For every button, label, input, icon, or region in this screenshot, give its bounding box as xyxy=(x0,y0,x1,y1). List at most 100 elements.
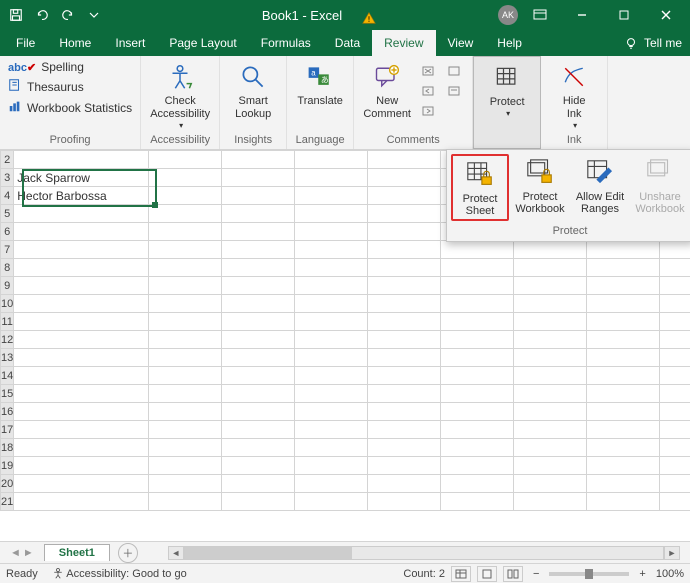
cell[interactable] xyxy=(14,439,149,457)
cell[interactable] xyxy=(14,259,149,277)
cell[interactable] xyxy=(441,277,514,295)
delete-comment-button[interactable] xyxy=(418,63,440,81)
zoom-in-button[interactable]: + xyxy=(635,568,649,580)
cell[interactable] xyxy=(295,187,368,205)
new-comment-button[interactable]: New Comment xyxy=(360,59,414,121)
row-header[interactable]: 13 xyxy=(1,349,14,367)
cell[interactable] xyxy=(149,403,222,421)
cell[interactable] xyxy=(660,367,690,385)
row-header[interactable]: 21 xyxy=(1,493,14,511)
cell[interactable] xyxy=(587,493,660,511)
allow-edit-ranges-button[interactable]: Allow Edit Ranges xyxy=(571,154,629,221)
zoom-slider[interactable] xyxy=(549,572,629,576)
cell[interactable] xyxy=(14,403,149,421)
row-header[interactable]: 8 xyxy=(1,259,14,277)
cell[interactable] xyxy=(441,421,514,439)
cell[interactable] xyxy=(514,295,587,313)
cell[interactable] xyxy=(222,241,295,259)
ribbon-display-options-button[interactable] xyxy=(520,0,560,30)
cell[interactable] xyxy=(295,169,368,187)
cell[interactable] xyxy=(222,403,295,421)
row-header[interactable]: 2 xyxy=(1,151,14,169)
tab-home[interactable]: Home xyxy=(47,30,103,56)
cell[interactable] xyxy=(587,259,660,277)
cell[interactable] xyxy=(222,151,295,169)
smart-lookup-button[interactable]: Smart Lookup xyxy=(226,59,280,121)
cell[interactable] xyxy=(295,403,368,421)
cell[interactable] xyxy=(295,277,368,295)
cell[interactable] xyxy=(587,439,660,457)
cell[interactable] xyxy=(587,475,660,493)
protect-dropdown-button[interactable]: Protect ▾ xyxy=(480,60,534,118)
cell[interactable] xyxy=(149,277,222,295)
hscroll-left[interactable]: ◄ xyxy=(168,546,184,560)
sheet-nav-next[interactable]: ► xyxy=(23,547,34,559)
user-avatar[interactable]: AK xyxy=(498,5,518,25)
row-header[interactable]: 12 xyxy=(1,331,14,349)
cell[interactable] xyxy=(368,493,441,511)
cell[interactable] xyxy=(441,295,514,313)
cell[interactable] xyxy=(660,241,690,259)
cell[interactable] xyxy=(222,439,295,457)
cell[interactable] xyxy=(660,385,690,403)
new-sheet-button[interactable]: ＋ xyxy=(118,543,138,563)
cell[interactable] xyxy=(441,367,514,385)
cell[interactable] xyxy=(660,349,690,367)
cell[interactable] xyxy=(222,295,295,313)
cell[interactable] xyxy=(149,439,222,457)
cell[interactable] xyxy=(514,241,587,259)
cell[interactable] xyxy=(368,403,441,421)
check-accessibility-button[interactable]: Check Accessibility ▾ xyxy=(147,59,213,130)
next-comment-button[interactable] xyxy=(418,103,440,121)
cell[interactable] xyxy=(368,169,441,187)
cell[interactable] xyxy=(660,403,690,421)
cell[interactable] xyxy=(368,367,441,385)
cell[interactable] xyxy=(587,421,660,439)
cell[interactable] xyxy=(368,241,441,259)
cell[interactable] xyxy=(368,331,441,349)
cell[interactable] xyxy=(368,187,441,205)
cell[interactable] xyxy=(222,331,295,349)
cell[interactable] xyxy=(222,223,295,241)
qat-customize-icon[interactable] xyxy=(82,3,106,27)
undo-button[interactable] xyxy=(30,3,54,27)
cell[interactable] xyxy=(368,259,441,277)
show-comments-button[interactable] xyxy=(444,63,466,81)
cell[interactable] xyxy=(14,277,149,295)
cell[interactable] xyxy=(587,385,660,403)
row-header[interactable]: 6 xyxy=(1,223,14,241)
hide-ink-button[interactable]: Hide Ink ▾ xyxy=(547,59,601,130)
cell[interactable] xyxy=(441,439,514,457)
cell[interactable] xyxy=(660,277,690,295)
cell[interactable] xyxy=(295,475,368,493)
cell[interactable] xyxy=(295,313,368,331)
row-header[interactable]: 11 xyxy=(1,313,14,331)
cell[interactable] xyxy=(222,169,295,187)
cell[interactable] xyxy=(149,385,222,403)
cell[interactable] xyxy=(295,439,368,457)
cell[interactable] xyxy=(222,205,295,223)
cell[interactable] xyxy=(295,259,368,277)
cell[interactable] xyxy=(222,421,295,439)
cell[interactable] xyxy=(441,349,514,367)
cell[interactable] xyxy=(14,475,149,493)
cell[interactable] xyxy=(441,313,514,331)
cell[interactable] xyxy=(149,421,222,439)
tab-review[interactable]: Review xyxy=(372,30,435,56)
row-header[interactable]: 3 xyxy=(1,169,14,187)
row-header[interactable]: 14 xyxy=(1,367,14,385)
cell[interactable] xyxy=(441,403,514,421)
cell[interactable] xyxy=(368,223,441,241)
cell[interactable] xyxy=(587,367,660,385)
cell[interactable] xyxy=(14,205,149,223)
cell[interactable] xyxy=(514,349,587,367)
cell[interactable] xyxy=(660,457,690,475)
cell[interactable] xyxy=(368,439,441,457)
cell[interactable] xyxy=(368,151,441,169)
sheet-nav-prev[interactable]: ◄ xyxy=(10,547,21,559)
cell[interactable] xyxy=(149,349,222,367)
zoom-level[interactable]: 100% xyxy=(656,568,684,580)
row-header[interactable]: 7 xyxy=(1,241,14,259)
cell[interactable] xyxy=(222,493,295,511)
cell[interactable] xyxy=(514,259,587,277)
